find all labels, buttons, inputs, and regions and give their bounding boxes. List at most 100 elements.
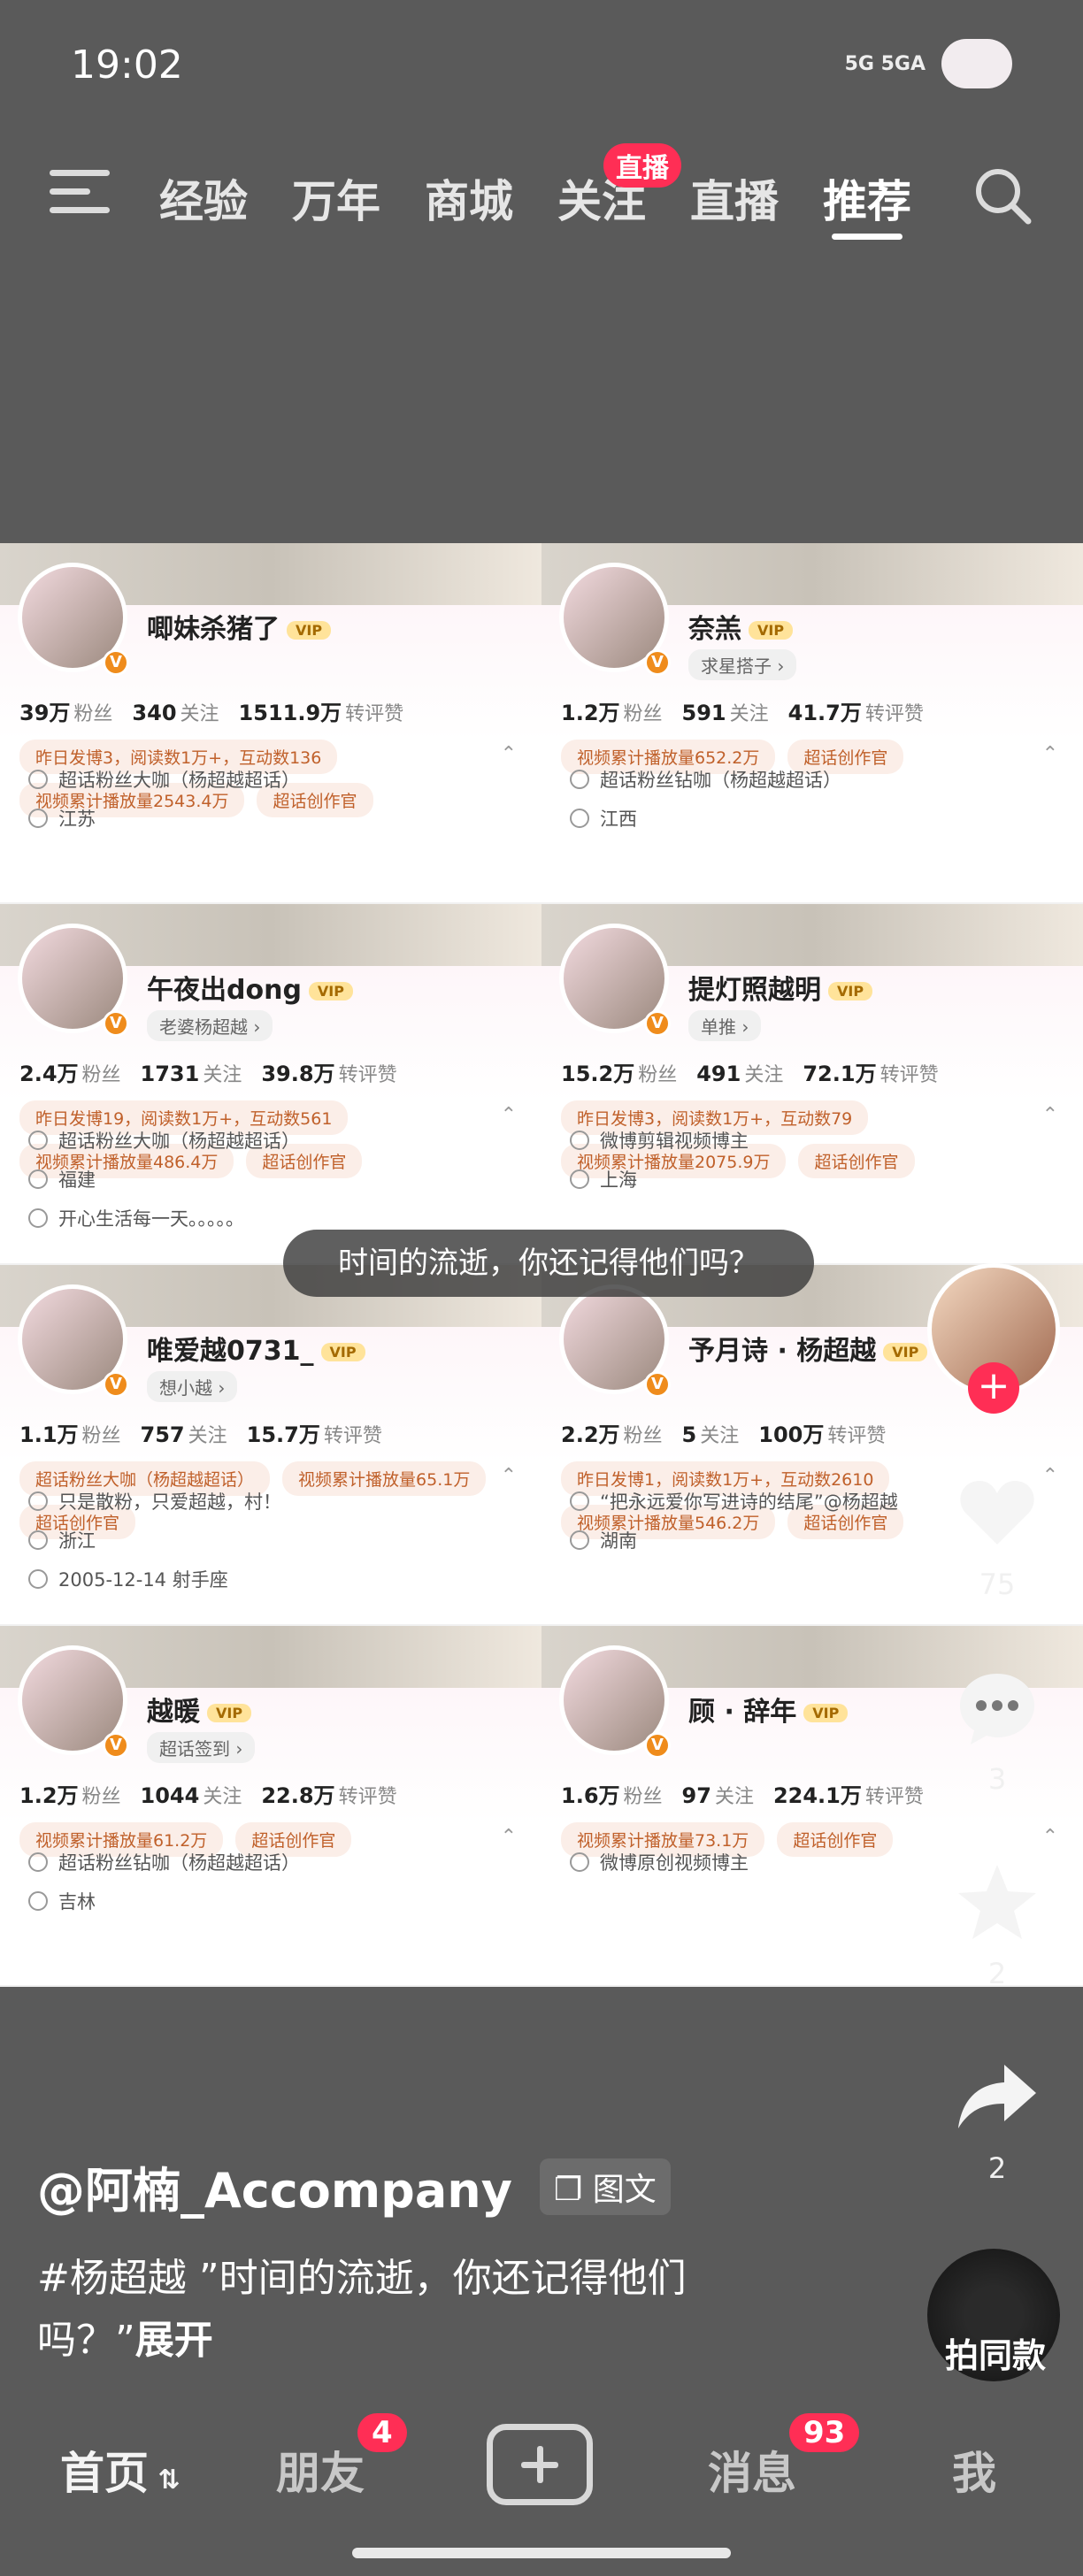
- vip-icon: VIP: [828, 982, 873, 1000]
- star-icon: [958, 1865, 1036, 1939]
- card-subtitle: 求星搭子 ›: [688, 649, 797, 680]
- post-description: #杨超越 ”时间的流逝，你还记得他们吗？”展开: [37, 2256, 687, 2363]
- card-info-lines: 微博原创视频博主: [570, 1849, 749, 1888]
- card-stats: 1.2万 粉丝 591 关注 41.7万 转评赞: [561, 701, 924, 725]
- card-info-line: “把永远爱你写进诗的结尾”@杨超越: [570, 1488, 898, 1514]
- heart-icon: [960, 1481, 1034, 1545]
- card-stats: 2.2万 粉丝 5 关注 100万 转评赞: [561, 1422, 887, 1447]
- profile-card: V 提灯照越明 VIP 单推 › 15.2万 粉丝 491 关注 72.1万 转评赞 昨日发博3，阅…: [542, 904, 1083, 1265]
- card-user-name: 唧妹杀猪了 VIP: [147, 607, 332, 646]
- vip-icon: VIP: [883, 1343, 928, 1361]
- verified-icon: V: [644, 649, 671, 676]
- info-icon: [570, 1852, 589, 1872]
- card-info-line: 微博剪辑视频博主: [570, 1127, 749, 1154]
- card-stats: 1.6万 粉丝 97 关注 224.1万 转评赞: [561, 1783, 924, 1808]
- card-info-line: 超话粉丝大咖（杨超越超话）: [28, 766, 300, 793]
- favorite-count: 2: [987, 1957, 1007, 1990]
- card-info-line: 超话粉丝钻咖（杨超越超话）: [570, 766, 841, 793]
- nav-friends[interactable]: 朋友: [276, 2438, 365, 2502]
- search-icon[interactable]: [972, 165, 1035, 228]
- card-info-line: 湖南: [570, 1527, 898, 1553]
- messages-badge: 93: [789, 2413, 860, 2452]
- card-subtitle: 想小越 ›: [147, 1371, 238, 1402]
- comment-icon: [960, 1674, 1034, 1744]
- share-action[interactable]: 2: [947, 2052, 1048, 2185]
- card-user-name: 奈羔 VIP: [688, 607, 794, 646]
- status-bar: 19:02 5G 5GA: [0, 0, 1083, 133]
- nav-home[interactable]: 首页 ⇅: [60, 2438, 180, 2502]
- info-icon: [28, 1208, 48, 1228]
- vip-icon: VIP: [287, 621, 332, 640]
- verified-icon: V: [103, 649, 129, 676]
- card-tag: 超话创作官: [798, 1144, 915, 1178]
- card-stats: 15.2万 粉丝 491 关注 72.1万 转评赞: [561, 1062, 939, 1086]
- card-user-name: 提灯照越明 VIP: [688, 968, 873, 1007]
- post-caption: @阿楠_Accompany ❐ 图文 #杨超越 ”时间的流逝，你还记得他们吗？”…: [37, 2151, 922, 2372]
- profile-card: V 奈羔 VIP 求星搭子 › 1.2万 粉丝 591 关注 41.7万 转评赞 视频累计播放量65…: [542, 543, 1083, 904]
- menu-icon[interactable]: [50, 170, 110, 214]
- verified-icon: V: [103, 1732, 129, 1759]
- verified-icon: V: [644, 1732, 671, 1759]
- tab-experience[interactable]: 经验: [159, 166, 248, 230]
- status-time: 19:02: [71, 42, 183, 88]
- info-icon: [570, 1530, 589, 1550]
- profile-card: V 唧妹杀猪了 VIP 39万 粉丝 340 关注 1511.9万 转评赞 昨日发博3，阅读数1万…: [0, 543, 542, 904]
- top-nav: 经验 万年 商城 关注 直播 直播 推荐: [0, 143, 1083, 248]
- info-icon: [28, 1491, 48, 1511]
- tab-live[interactable]: 直播: [690, 166, 779, 230]
- info-icon: [28, 770, 48, 789]
- info-icon: [28, 1852, 48, 1872]
- tab-wannian[interactable]: 万年: [292, 166, 380, 230]
- nav-messages[interactable]: 消息: [708, 2438, 796, 2502]
- card-info-line: 2005-12-14 射手座: [28, 1566, 281, 1592]
- vip-icon: VIP: [207, 1704, 252, 1722]
- author-name[interactable]: @阿楠_Accompany: [37, 2151, 512, 2221]
- info-icon: [570, 1491, 589, 1511]
- tab-underline: [832, 234, 902, 240]
- card-info-line: 浙江: [28, 1527, 281, 1553]
- chevron-up-icon: ⌃: [500, 1465, 517, 1487]
- card-info-lines: 超话粉丝钻咖（杨超越超话） 江西: [570, 766, 841, 844]
- share-icon: [958, 2065, 1036, 2128]
- card-info-line: 上海: [570, 1166, 749, 1192]
- card-info-line: 超话粉丝大咖（杨超越超话）: [28, 1127, 300, 1154]
- like-action[interactable]: 75: [947, 1468, 1048, 1601]
- card-info-line: 超话粉丝钻咖（杨超越超话）: [28, 1849, 300, 1875]
- info-icon: [570, 770, 589, 789]
- card-stats: 1.1万 粉丝 757 关注 15.7万 转评赞: [19, 1422, 382, 1447]
- card-info-lines: 超话粉丝钻咖（杨超越超话） 吉林: [28, 1849, 300, 1927]
- post-type-badge: ❐ 图文: [540, 2158, 671, 2215]
- verified-icon: V: [644, 1010, 671, 1037]
- card-info-line: 吉林: [28, 1888, 300, 1914]
- create-button[interactable]: [487, 2424, 593, 2505]
- expand-link[interactable]: 展开: [135, 2318, 213, 2363]
- shoot-same-label[interactable]: 拍同款: [929, 2328, 1062, 2377]
- card-user-name: 越暖 VIP: [147, 1690, 252, 1729]
- chevron-up-icon: ⌃: [1041, 1826, 1058, 1848]
- card-info-lines: 微博剪辑视频博主 上海: [570, 1127, 749, 1205]
- profile-card: V 唯爱越0731_ VIP 想小越 › 1.1万 粉丝 757 关注 15.7万 转评赞 超话粉丝…: [0, 1265, 542, 1626]
- comment-action[interactable]: 3: [947, 1663, 1048, 1796]
- card-stats: 1.2万 粉丝 1044 关注 22.8万 转评赞: [19, 1783, 397, 1808]
- vip-icon: VIP: [308, 982, 353, 1000]
- tab-mall[interactable]: 商城: [425, 166, 513, 230]
- card-user-name: 唯爱越0731_ VIP: [147, 1329, 365, 1368]
- favorite-action[interactable]: 2: [947, 1858, 1048, 1990]
- card-user-name: 午夜出dong VIP: [147, 968, 353, 1007]
- card-info-lines: “把永远爱你写进诗的结尾”@杨超越 湖南: [570, 1488, 898, 1566]
- follow-button[interactable]: +: [968, 1362, 1019, 1414]
- card-user-name: 予月诗 · 杨超越 VIP: [688, 1329, 928, 1368]
- card-info-line: 只是散粉，只爱超越，村！: [28, 1488, 281, 1514]
- vip-icon: VIP: [803, 1704, 849, 1722]
- chevron-up-icon: ⌃: [1041, 743, 1058, 765]
- status-icons: 5G 5GA: [845, 39, 1012, 88]
- card-info-line: 福建: [28, 1166, 300, 1192]
- friends-badge: 4: [357, 2413, 407, 2452]
- tab-recommended[interactable]: 推荐: [823, 166, 911, 230]
- chevron-up-icon: ⌃: [1041, 1104, 1058, 1126]
- card-info-lines: 只是散粉，只爱超越，村！ 浙江 2005-12-14 射手座: [28, 1488, 281, 1605]
- nav-me[interactable]: 我: [952, 2438, 996, 2502]
- info-icon: [28, 1891, 48, 1911]
- chevron-up-icon: ⌃: [500, 1826, 517, 1848]
- card-info-lines: 超话粉丝大咖（杨超越超话） 江苏: [28, 766, 300, 844]
